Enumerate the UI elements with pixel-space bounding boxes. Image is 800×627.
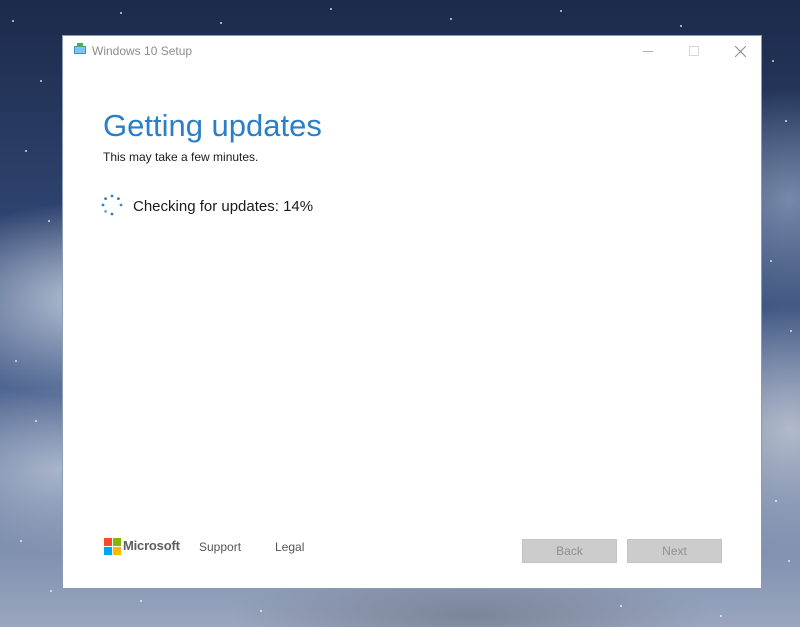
microsoft-brand: Microsoft (123, 538, 180, 553)
maximize-icon (689, 46, 699, 56)
legal-link[interactable]: Legal (275, 540, 304, 554)
window-title: Windows 10 Setup (92, 44, 193, 58)
minimize-icon (643, 51, 653, 52)
setup-window: Windows 10 Setup Getting updates This ma… (62, 35, 762, 589)
maximize-button[interactable] (671, 36, 717, 66)
close-icon (734, 45, 746, 57)
update-status: Checking for updates: 14% (133, 198, 314, 215)
page-subtitle: This may take a few minutes. (103, 150, 259, 164)
title-bar[interactable]: Windows 10 Setup (63, 36, 761, 66)
loading-spinner-icon (101, 194, 123, 216)
support-link[interactable]: Support (199, 540, 241, 554)
page-title: Getting updates (103, 108, 322, 143)
minimize-button[interactable] (625, 36, 671, 66)
back-button[interactable]: Back (522, 539, 617, 563)
close-button[interactable] (717, 36, 763, 66)
microsoft-logo-icon (104, 538, 121, 555)
next-button[interactable]: Next (627, 539, 722, 563)
setup-icon (74, 43, 86, 54)
